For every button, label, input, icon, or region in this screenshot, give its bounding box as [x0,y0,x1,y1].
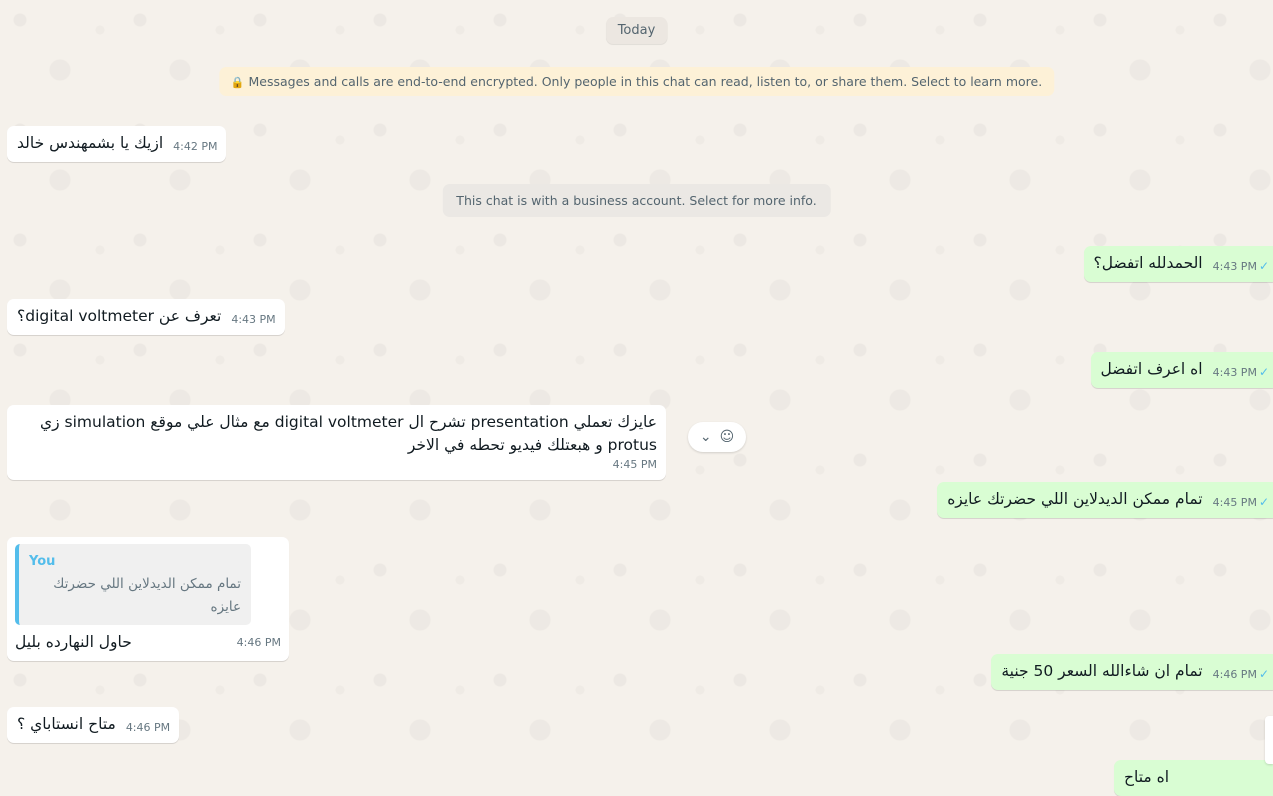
message-actions: ⌄ ☺ [688,422,746,452]
message-outgoing[interactable]: اه اعرف اتفضل 4:43 PM✓ [1091,352,1273,388]
message-text: تعرف عن digital voltmeter؟ [17,305,221,328]
message-text: حاول النهارده بليل [15,631,132,654]
date-chip: Today [606,17,668,44]
message-time: 4:43 PM✓ [1213,255,1269,278]
message-time: 4:46 PM✓ [1213,663,1269,686]
message-incoming-reply[interactable]: You تمام ممكن الديدلاين اللي حضرتك عايزه… [7,537,289,661]
message-incoming[interactable]: تعرف عن digital voltmeter؟ 4:43 PM [7,299,285,335]
message-incoming[interactable]: متاح انستاباي ؟ 4:46 PM [7,707,179,743]
message-outgoing[interactable]: اه متاح [1114,760,1273,796]
encryption-notice-text: Messages and calls are end-to-end encryp… [249,74,1043,89]
quoted-message[interactable]: You تمام ممكن الديدلاين اللي حضرتك عايزه [15,544,251,625]
double-check-icon: ✓ [1259,259,1269,273]
message-outgoing[interactable]: الحمدلله اتفضل؟ 4:43 PM✓ [1084,246,1273,282]
message-time: 4:42 PM [173,135,217,158]
message-incoming[interactable]: ازيك يا بشمهندس خالد 4:42 PM [7,126,226,162]
message-outgoing[interactable]: تمام ممكن الديدلاين اللي حضرتك عايزه 4:4… [937,482,1273,518]
message-text: متاح انستاباي ؟ [17,713,116,736]
business-account-notice[interactable]: This chat is with a business account. Se… [442,184,830,217]
message-incoming[interactable]: عايزك تعملي presentation تشرح ال digital… [7,405,666,480]
message-time: 4:45 PM✓ [1213,491,1269,514]
chevron-down-icon[interactable]: ⌄ [700,429,712,445]
message-time: 4:43 PM [231,308,275,331]
quoted-author: You [29,550,241,573]
quoted-text: تمام ممكن الديدلاين اللي حضرتك عايزه [29,573,241,619]
message-time: 4:43 PM✓ [1213,361,1269,384]
message-time: 4:46 PM [237,631,281,654]
message-text: تمام ان شاءالله السعر 50 جنية [1001,660,1202,683]
message-text: اه متاح [1124,766,1169,789]
scroll-down-button[interactable] [1265,716,1273,764]
message-text: تمام ممكن الديدلاين اللي حضرتك عايزه [947,488,1202,511]
double-check-icon: ✓ [1259,365,1269,379]
encryption-notice[interactable]: 🔒 Messages and calls are end-to-end encry… [219,67,1054,96]
double-check-icon: ✓ [1259,495,1269,509]
message-text: الحمدلله اتفضل؟ [1094,252,1203,275]
message-time: 4:46 PM [126,716,170,739]
message-text: عايزك تعملي presentation تشرح ال digital… [17,411,657,457]
lock-icon: 🔒 [231,76,245,89]
double-check-icon: ✓ [1259,667,1269,681]
message-text: اه اعرف اتفضل [1101,358,1203,381]
message-outgoing[interactable]: تمام ان شاءالله السعر 50 جنية 4:46 PM✓ [991,654,1273,690]
message-text: ازيك يا بشمهندس خالد [17,132,163,155]
emoji-reaction-icon[interactable]: ☺ [720,429,735,445]
